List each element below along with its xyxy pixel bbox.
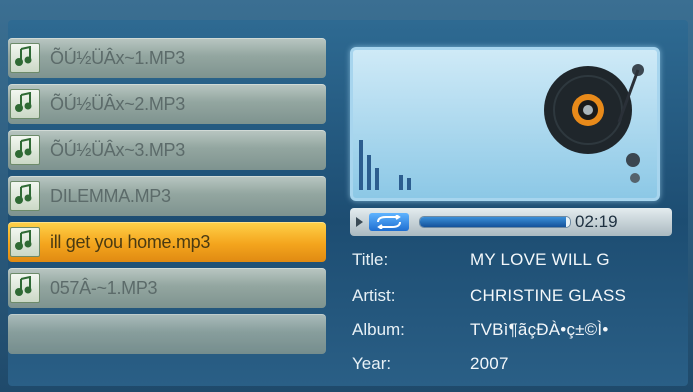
- album-label: Album:: [352, 320, 405, 339]
- music-file-icon: [10, 227, 40, 257]
- playlist-item-label: ill get you home.mp3: [50, 231, 211, 252]
- music-file-icon: [10, 135, 40, 165]
- playlist-item-label: ÕÚ½ÜÂx~1.MP3: [50, 47, 185, 68]
- progress-bar[interactable]: [419, 216, 571, 228]
- playlist-item[interactable]: ÕÚ½ÜÂx~2.MP3: [8, 84, 326, 124]
- playlist-item[interactable]: DILEMMA.MP3: [8, 176, 326, 216]
- album-art: [350, 47, 660, 201]
- playback-controls: 02:19: [350, 208, 672, 236]
- repeat-icon[interactable]: [369, 213, 409, 231]
- vinyl-record-icon: [544, 66, 632, 154]
- music-file-icon: [10, 43, 40, 73]
- equalizer-bars: [359, 140, 411, 190]
- playlist-item-label: ÕÚ½ÜÂx~3.MP3: [50, 139, 185, 160]
- title-label: Title:: [352, 250, 389, 269]
- year-label: Year:: [352, 354, 392, 373]
- year-value: 2007: [470, 354, 509, 373]
- turntable-illustration: [359, 64, 644, 190]
- playlist-item-empty[interactable]: [8, 314, 326, 354]
- album-value: TVBì¶ãçÐÀ•ç±©Ì•: [470, 320, 609, 339]
- music-file-icon: [10, 181, 40, 211]
- play-icon[interactable]: [356, 217, 363, 227]
- playlist-item[interactable]: ÕÚ½ÜÂx~1.MP3: [8, 38, 326, 78]
- progress-fill: [420, 217, 566, 227]
- playlist-item[interactable]: 057Â-~1.MP3: [8, 268, 326, 308]
- artist-label: Artist:: [352, 286, 396, 305]
- playlist-item-label: 057Â-~1.MP3: [50, 277, 158, 298]
- title-value: MY LOVE WILL G: [470, 250, 610, 269]
- playlist-item-selected[interactable]: ill get you home.mp3: [8, 222, 326, 262]
- artist-row: Artist: CHRISTINE GLASS: [352, 286, 672, 312]
- title-row: Title: MY LOVE WILL G: [352, 250, 672, 276]
- elapsed-time: 02:19: [575, 212, 618, 231]
- year-row: Year: 2007: [352, 354, 672, 380]
- album-row: Album: TVBì¶ãçÐÀ•ç±©Ì•: [352, 320, 672, 346]
- music-file-icon: [10, 273, 40, 303]
- playlist-item-label: DILEMMA.MP3: [50, 185, 171, 206]
- music-file-icon: [10, 89, 40, 119]
- playlist-item[interactable]: ÕÚ½ÜÂx~3.MP3: [8, 130, 326, 170]
- playlist-item-label: ÕÚ½ÜÂx~2.MP3: [50, 93, 185, 114]
- artist-value: CHRISTINE GLASS: [470, 286, 627, 305]
